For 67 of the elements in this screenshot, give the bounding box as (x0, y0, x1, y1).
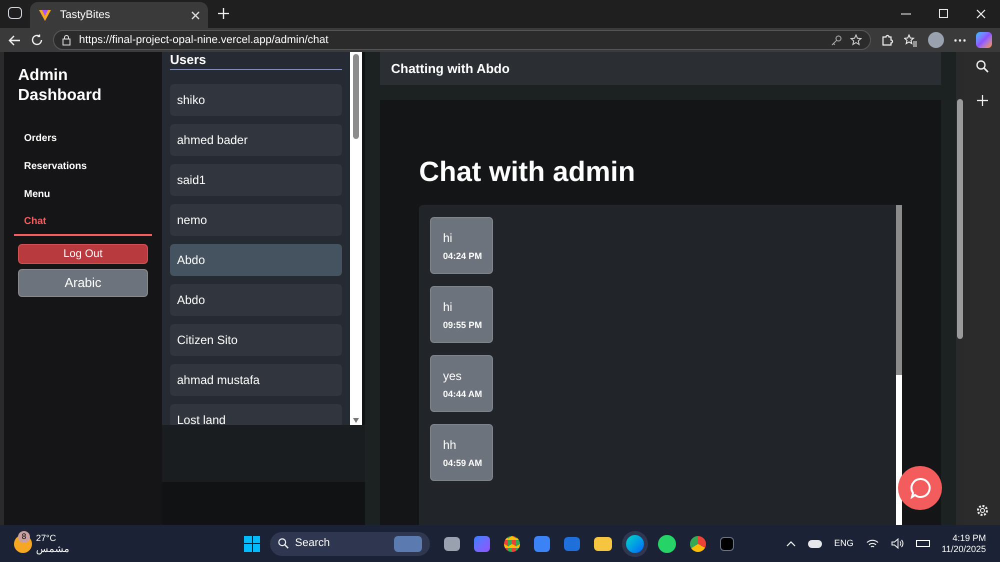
more-icon[interactable] (954, 38, 966, 42)
user-list-item[interactable]: said1 (170, 164, 342, 196)
settings-icon[interactable] (976, 504, 988, 517)
weather-condition[interactable]: مشمس (36, 544, 69, 554)
user-list-item[interactable]: Citizen Sito (170, 324, 342, 356)
wifi-icon[interactable] (866, 538, 879, 548)
clock[interactable]: 4:19 PM 11/20/2025 (942, 532, 986, 554)
copilot-app-icon[interactable] (474, 536, 490, 552)
tab-actions-icon[interactable] (8, 7, 22, 19)
start-icon[interactable] (244, 536, 260, 552)
browser-tab[interactable]: TastyBites (30, 2, 208, 28)
restore-icon[interactable] (939, 9, 948, 18)
user-list-item[interactable]: Lost land (170, 404, 342, 425)
copilot-icon[interactable] (976, 32, 992, 48)
nav-link[interactable]: Chat (14, 208, 152, 236)
close-window-icon[interactable] (976, 9, 986, 19)
weather-badge: 8 (18, 530, 30, 542)
taskbar-search-field[interactable]: Search (270, 532, 430, 556)
new-tab-icon[interactable] (218, 8, 229, 19)
user-list-item[interactable]: nemo (170, 204, 342, 236)
extensions-icon[interactable] (881, 34, 894, 46)
search-icon[interactable] (976, 60, 988, 73)
search-icon (278, 538, 289, 549)
temperature[interactable]: 27°C (36, 532, 69, 544)
chat-bubble-icon (909, 477, 931, 499)
user-list-item[interactable]: ahmad mustafa (170, 364, 342, 396)
search-text: Search (295, 536, 331, 552)
message-text: hi (443, 231, 454, 245)
user-list-item[interactable]: Abdo (170, 284, 342, 316)
profile-avatar-icon[interactable] (928, 32, 944, 48)
users-heading: Users (170, 53, 342, 70)
language-indicator[interactable]: ENG (834, 536, 854, 550)
dashboard-title: Admin Dashboard (18, 66, 103, 106)
language-button[interactable]: Arabic (18, 269, 148, 297)
message-text: hi (443, 300, 454, 314)
message-text: hh (443, 438, 458, 452)
url-text: https://final-project-opal-nine.vercel.app/admin/chat (79, 32, 330, 48)
logo-icon (38, 8, 52, 22)
reload-icon[interactable] (31, 34, 43, 46)
chevron-up-icon[interactable] (786, 540, 796, 546)
minimize-icon[interactable] (901, 13, 911, 15)
log-out-button[interactable]: Log Out (18, 244, 148, 264)
user-list-item[interactable]: Abdo (170, 244, 342, 276)
message-time: 04:44 AM (443, 389, 480, 399)
message-time: 09:55 PM (443, 320, 480, 330)
message-text: yes (443, 369, 463, 383)
volume-icon[interactable] (890, 538, 904, 549)
chat-header: Chatting with Abdo (380, 52, 941, 85)
scroll-down-icon[interactable] (353, 418, 359, 423)
message-time: 04:24 PM (443, 251, 480, 261)
tab-title: TastyBites (60, 8, 112, 23)
nav-link[interactable]: Menu (14, 180, 152, 208)
lock-icon (62, 34, 71, 46)
address-field[interactable]: https://final-project-opal-nine.vercel.app/admin/chat (53, 30, 871, 50)
message-time: 04:59 AM (443, 458, 480, 468)
user-list-item[interactable]: shiko (170, 84, 342, 116)
back-icon[interactable] (8, 34, 21, 46)
key-icon[interactable] (831, 34, 842, 46)
chat-title: Chat with admin (419, 155, 636, 189)
battery-icon[interactable] (916, 540, 930, 547)
favorites-icon[interactable] (904, 34, 918, 46)
close-icon[interactable] (191, 10, 200, 20)
add-icon[interactable] (976, 95, 988, 106)
star-icon[interactable] (850, 34, 862, 46)
nav-link[interactable]: Orders (14, 124, 152, 152)
user-list-item[interactable]: ahmed bader (170, 124, 342, 156)
nav-link[interactable]: Reservations (14, 152, 152, 180)
